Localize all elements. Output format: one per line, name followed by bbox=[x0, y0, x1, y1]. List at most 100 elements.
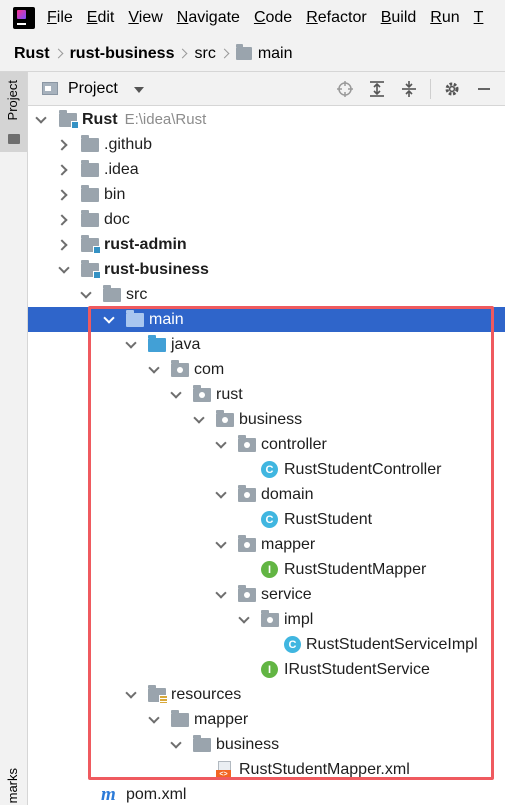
interface-icon: I bbox=[261, 661, 278, 678]
class-icon: C bbox=[261, 511, 278, 528]
chevron-down-icon[interactable] bbox=[124, 338, 138, 352]
expand-all-icon[interactable] bbox=[366, 78, 388, 100]
tree-node-rust-student[interactable]: C RustStudent bbox=[28, 507, 505, 532]
tree-node-rust-package[interactable]: rust bbox=[28, 382, 505, 407]
chevron-right-icon bbox=[53, 48, 64, 59]
chevron-down-icon[interactable] bbox=[214, 588, 228, 602]
package-icon bbox=[238, 535, 256, 552]
chevron-down-icon[interactable] bbox=[79, 288, 93, 302]
tree-node-rust-student-service-impl[interactable]: C RustStudentServiceImpl bbox=[28, 632, 505, 657]
folder-icon bbox=[235, 44, 252, 60]
chevron-right-icon[interactable] bbox=[57, 163, 71, 177]
module-folder-icon bbox=[81, 260, 101, 279]
chevron-right-icon bbox=[219, 48, 230, 59]
bookmarks-tool-tab[interactable]: marks bbox=[5, 768, 20, 803]
chevron-down-icon[interactable] bbox=[214, 438, 228, 452]
maven-icon: m bbox=[101, 784, 116, 805]
menu-code[interactable]: Code bbox=[249, 0, 301, 36]
tree-node-main[interactable]: main bbox=[28, 307, 505, 332]
menu-refactor[interactable]: Refactor bbox=[301, 0, 375, 36]
menu-run[interactable]: Run bbox=[425, 0, 468, 36]
breadcrumb-main[interactable]: main bbox=[235, 44, 293, 63]
tree-node-impl[interactable]: impl bbox=[28, 607, 505, 632]
breadcrumb-rust[interactable]: Rust bbox=[14, 45, 50, 63]
source-root-folder-icon bbox=[148, 335, 166, 352]
chevron-right-icon bbox=[178, 48, 188, 59]
tree-node-controller[interactable]: controller bbox=[28, 432, 505, 457]
folder-icon bbox=[81, 210, 99, 227]
folder-icon bbox=[103, 285, 121, 302]
chevron-down-icon[interactable] bbox=[147, 713, 161, 727]
tree-node-rust-student-controller[interactable]: C RustStudentController bbox=[28, 457, 505, 482]
resources-folder-icon bbox=[148, 685, 168, 704]
tree-node-business[interactable]: business bbox=[28, 407, 505, 432]
locate-icon[interactable] bbox=[334, 78, 356, 100]
tree-node-resources-mapper[interactable]: mapper bbox=[28, 707, 505, 732]
panel-toolbar bbox=[334, 72, 505, 106]
intellij-logo-icon[interactable] bbox=[13, 7, 35, 29]
project-path-hint: E:\idea\Rust bbox=[124, 110, 207, 128]
project-tool-tab[interactable]: Project bbox=[0, 72, 27, 152]
menu-view[interactable]: View bbox=[123, 0, 171, 36]
tree-node-rust-root[interactable]: Rust E:\idea\Rust bbox=[28, 107, 505, 132]
menu-file[interactable]: File bbox=[42, 0, 82, 36]
chevron-right-icon[interactable] bbox=[57, 238, 71, 252]
tree-node-mapper[interactable]: mapper bbox=[28, 532, 505, 557]
menu-edit[interactable]: Edit bbox=[82, 0, 124, 36]
chevron-down-icon[interactable] bbox=[57, 263, 71, 277]
chevron-down-icon[interactable] bbox=[169, 738, 183, 752]
interface-icon: I bbox=[261, 561, 278, 578]
tree-node-service[interactable]: service bbox=[28, 582, 505, 607]
tree-node-github[interactable]: .github bbox=[28, 132, 505, 157]
chevron-right-icon[interactable] bbox=[57, 188, 71, 202]
folder-icon bbox=[8, 134, 20, 144]
tree-node-src[interactable]: src bbox=[28, 282, 505, 307]
chevron-down-icon[interactable] bbox=[102, 313, 116, 327]
menu-tools-truncated[interactable]: T bbox=[469, 0, 493, 36]
chevron-right-icon[interactable] bbox=[57, 213, 71, 227]
folder-icon bbox=[81, 160, 99, 177]
tree-node-rust-student-mapper[interactable]: I RustStudentMapper bbox=[28, 557, 505, 582]
breadcrumb: Rust rust-business src main bbox=[0, 36, 505, 72]
tree-node-idea[interactable]: .idea bbox=[28, 157, 505, 182]
chevron-right-icon[interactable] bbox=[57, 138, 71, 152]
chevron-down-icon[interactable] bbox=[237, 613, 251, 627]
tree-node-resources-business[interactable]: business bbox=[28, 732, 505, 757]
folder-icon bbox=[81, 185, 99, 202]
toolbar-divider bbox=[430, 79, 431, 99]
menu-build[interactable]: Build bbox=[376, 0, 426, 36]
tree-node-com[interactable]: com bbox=[28, 357, 505, 382]
minimize-icon[interactable] bbox=[473, 78, 495, 100]
gear-icon[interactable] bbox=[441, 78, 463, 100]
tree-node-doc[interactable]: doc bbox=[28, 207, 505, 232]
collapse-all-icon[interactable] bbox=[398, 78, 420, 100]
tree-node-rust-admin[interactable]: rust-admin bbox=[28, 232, 505, 257]
package-icon bbox=[238, 485, 256, 502]
chevron-down-icon[interactable] bbox=[133, 86, 144, 93]
tree-node-mapper-xml[interactable]: <> RustStudentMapper.xml bbox=[28, 757, 505, 782]
module-folder-icon bbox=[81, 235, 101, 254]
tree-node-domain[interactable]: domain bbox=[28, 482, 505, 507]
chevron-down-icon[interactable] bbox=[214, 538, 228, 552]
panel-title[interactable]: Project bbox=[68, 80, 118, 98]
chevron-down-icon[interactable] bbox=[169, 388, 183, 402]
package-icon bbox=[193, 385, 211, 402]
tree-node-resources[interactable]: resources bbox=[28, 682, 505, 707]
chevron-down-icon[interactable] bbox=[214, 488, 228, 502]
folder-icon bbox=[171, 710, 189, 727]
menu-navigate[interactable]: Navigate bbox=[172, 0, 249, 36]
package-icon bbox=[171, 360, 189, 377]
chevron-down-icon[interactable] bbox=[192, 413, 206, 427]
tree-node-java[interactable]: java bbox=[28, 332, 505, 357]
tree-node-pom-xml[interactable]: m pom.xml bbox=[28, 782, 505, 805]
tree-node-bin[interactable]: bin bbox=[28, 182, 505, 207]
xml-file-icon: <> bbox=[216, 761, 232, 779]
breadcrumb-src[interactable]: src bbox=[194, 45, 215, 63]
chevron-down-icon[interactable] bbox=[124, 688, 138, 702]
chevron-down-icon[interactable] bbox=[34, 113, 48, 127]
tree-node-irust-student-service[interactable]: I IRustStudentService bbox=[28, 657, 505, 682]
tree-node-rust-business[interactable]: rust-business bbox=[28, 257, 505, 282]
chevron-down-icon[interactable] bbox=[147, 363, 161, 377]
menu-bar: File Edit View Navigate Code Refactor Bu… bbox=[0, 0, 505, 36]
breadcrumb-rust-business[interactable]: rust-business bbox=[70, 45, 175, 63]
